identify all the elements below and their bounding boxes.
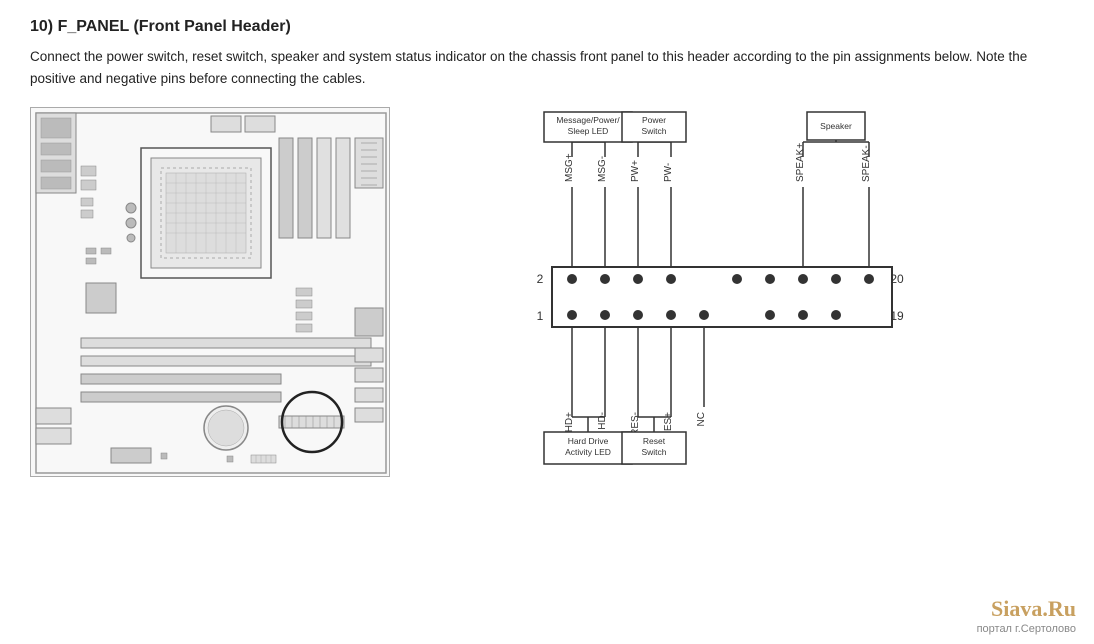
reset-switch-label1: Reset	[643, 436, 666, 446]
hd-led-label1: Hard Drive	[568, 436, 609, 446]
motherboard-svg	[31, 108, 391, 478]
pin-2-label: 2	[537, 272, 544, 286]
speak-minus-label: SPEAK-	[861, 146, 872, 183]
msg-plus-label: MSG+	[564, 153, 575, 182]
watermark-subtitle: портал г.Сертолово	[977, 623, 1076, 636]
section-number: 10)	[30, 18, 53, 35]
msg-minus-label: MSG-	[597, 156, 608, 182]
msg-power-led-label2: Sleep LED	[568, 126, 609, 136]
section-description: Connect the power switch, reset switch, …	[30, 46, 1050, 89]
power-switch-label2: Switch	[641, 126, 666, 136]
msg-power-led-label1: Message/Power/	[556, 115, 620, 125]
speaker-label: Speaker	[820, 121, 852, 131]
speak-plus-label: SPEAK+	[795, 143, 806, 182]
reset-switch-label2: Switch	[641, 447, 666, 457]
watermark-brand: Siava.Ru	[977, 596, 1076, 622]
pin-20-label: 20	[890, 272, 904, 286]
nc-label: NC	[696, 412, 707, 426]
hd-plus-label: HD+	[564, 412, 575, 432]
pw-minus-label: PW-	[663, 163, 674, 182]
power-switch-label1: Power	[642, 115, 666, 125]
hd-minus-label: HD-	[597, 412, 608, 430]
pin-diagram: 2 1 20 19 MSG+	[420, 107, 1064, 507]
pin-19-label: 19	[890, 309, 904, 323]
pin-1-label: 1	[537, 309, 544, 323]
pw-plus-label: PW+	[630, 160, 641, 182]
watermark: Siava.Ru портал г.Сертолово	[977, 596, 1076, 636]
motherboard-diagram	[30, 107, 390, 477]
section-heading: F_PANEL (Front Panel Header)	[58, 18, 291, 35]
hd-led-label2: Activity LED	[565, 447, 611, 457]
section-title: 10) F_PANEL (Front Panel Header)	[30, 18, 1064, 36]
